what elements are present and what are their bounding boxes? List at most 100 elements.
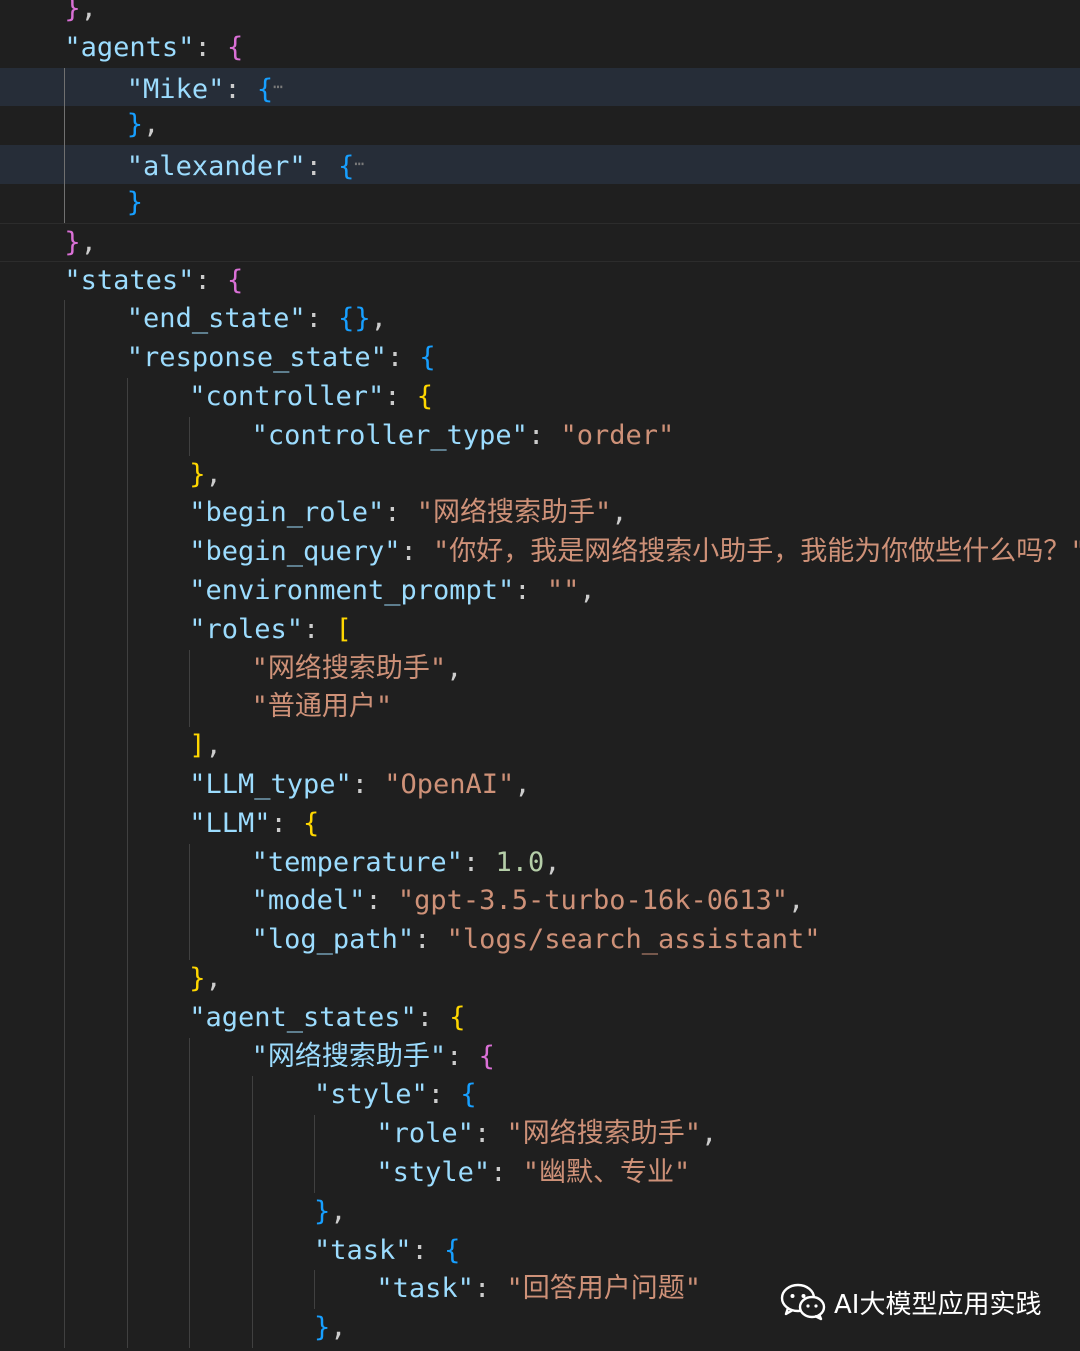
indent-guide (189, 1115, 191, 1154)
code-line[interactable]: "网络搜索助手": { (0, 1037, 1080, 1077)
code-token: "environment_prompt" (189, 574, 515, 606)
indent-guide (64, 183, 66, 223)
code-line[interactable]: "LLM_type": "OpenAI", (0, 765, 1080, 805)
indent-guide (126, 1153, 128, 1193)
code-line[interactable]: "style": { (0, 1076, 1080, 1116)
code-line[interactable]: }, (0, 222, 1080, 262)
code-line[interactable]: "Mike": {⋯ (0, 67, 1080, 107)
code-line[interactable]: "end_state": {}, (0, 300, 1080, 340)
indent-guide (64, 1309, 66, 1348)
code-line[interactable]: "controller": { (0, 377, 1080, 417)
indent-guide (64, 377, 66, 417)
code-token: , (205, 962, 222, 994)
code-token: : (194, 264, 227, 296)
code-token: , (330, 1195, 347, 1227)
code-token: "task" (376, 1273, 474, 1305)
code-line[interactable]: "LLM": { (0, 804, 1080, 844)
code-line[interactable]: }, (0, 0, 1080, 29)
code-token: "网络搜索助手" (251, 1040, 447, 1072)
code-token: { (256, 73, 274, 105)
code-token: : (305, 303, 339, 335)
indent-guide (64, 1192, 66, 1232)
code-text: "begin_query": "你好，我是网络搜索小助手，我能为你做些什么吗？"… (189, 533, 1080, 572)
code-line[interactable]: "temperature": 1.0, (0, 843, 1080, 883)
code-line[interactable]: "states": { (0, 262, 1080, 301)
code-line[interactable]: "agent_states": { (0, 998, 1080, 1038)
code-line[interactable]: "environment_prompt": "", (0, 571, 1080, 611)
code-token: : (384, 497, 417, 529)
fold-ellipsis-icon[interactable]: ⋯ (354, 154, 364, 173)
indent-guide (251, 1270, 253, 1310)
indent-guide (314, 1153, 315, 1193)
code-token: { (226, 31, 244, 63)
code-token: : (305, 151, 339, 183)
indent-guide (126, 1309, 128, 1348)
code-token: {} (338, 303, 371, 335)
code-text: }, (189, 960, 222, 999)
code-token: { (338, 151, 355, 183)
indent-guide (314, 1270, 315, 1310)
code-text: "states": { (64, 262, 243, 301)
indent-guide (64, 610, 66, 650)
code-text: }, (314, 1309, 347, 1348)
code-line[interactable]: }, (0, 959, 1080, 999)
code-line[interactable]: "begin_query": "你好，我是网络搜索小助手，我能为你做些什么吗？"… (0, 533, 1080, 572)
indent-guide (64, 533, 66, 572)
indent-guide (64, 688, 66, 728)
code-line[interactable]: "controller_type": "order" (0, 416, 1080, 456)
code-token: : (473, 1273, 507, 1305)
fold-ellipsis-icon[interactable]: ⋯ (273, 77, 283, 96)
watermark: AI大模型应用实践 (780, 1280, 1041, 1324)
indent-guide (64, 1037, 66, 1077)
code-line[interactable]: } (0, 183, 1080, 223)
code-token: "你好，我是网络搜索小助手，我能为你做些什么吗？" (433, 536, 1080, 568)
indent-guide (126, 765, 128, 805)
code-token: : (527, 419, 561, 451)
code-token: , (579, 574, 596, 606)
code-text: "task": "回答用户问题" (376, 1270, 701, 1309)
code-line[interactable]: "网络搜索助手", (0, 649, 1080, 689)
indent-guide (64, 765, 66, 805)
code-line[interactable]: "agents": { (0, 29, 1080, 68)
indent-guide (126, 1076, 128, 1116)
code-line[interactable]: "begin_role": "网络搜索助手", (0, 494, 1080, 534)
code-line[interactable]: "roles": [ (0, 610, 1080, 650)
indent-guide (126, 1231, 128, 1271)
code-token: , (80, 0, 97, 24)
indent-guide (251, 1309, 253, 1348)
indent-guide (64, 727, 66, 766)
indent-guide (64, 300, 66, 340)
code-token: : (411, 1234, 445, 1266)
code-line[interactable]: }, (0, 455, 1080, 495)
code-token: [ (335, 613, 352, 645)
code-text: "style": "幽默、专业" (376, 1154, 690, 1193)
indent-guide (189, 416, 191, 456)
code-token: , (205, 458, 222, 490)
code-text: "log_path": "logs/search_assistant" (252, 921, 821, 960)
indent-guide (251, 1115, 253, 1154)
code-token: : (490, 1156, 523, 1188)
code-line[interactable]: "alexander": {⋯ (0, 145, 1080, 184)
code-text: "role": "网络搜索助手", (376, 1115, 717, 1154)
indent-guide (126, 727, 128, 766)
indent-guide (64, 339, 66, 378)
code-line[interactable]: "model": "gpt-3.5-turbo-16k-0613", (0, 882, 1080, 922)
code-editor[interactable]: }, "agents": {"Mike": {⋯}, "alexander": {⋯… (0, 0, 1080, 1351)
code-line[interactable]: "response_state": { (0, 339, 1080, 378)
code-token: , (446, 652, 463, 684)
code-line[interactable]: "普通用户" (0, 688, 1080, 728)
code-line[interactable]: "role": "网络搜索助手", (0, 1115, 1080, 1154)
code-token: "role" (376, 1118, 474, 1150)
code-token: "states" (64, 264, 195, 296)
code-line[interactable]: ], (0, 727, 1080, 766)
code-line[interactable]: "style": "幽默、专业" (0, 1153, 1080, 1193)
code-token: : (427, 1079, 461, 1111)
code-line[interactable]: "task": { (0, 1231, 1080, 1271)
indent-guide (314, 1115, 315, 1154)
code-line[interactable]: "log_path": "logs/search_assistant" (0, 921, 1080, 960)
indent-guide (126, 688, 128, 728)
code-line[interactable]: }, (0, 1192, 1080, 1232)
indent-guide (126, 921, 128, 960)
code-token: } (314, 1195, 331, 1227)
code-line[interactable]: }, (0, 106, 1080, 146)
